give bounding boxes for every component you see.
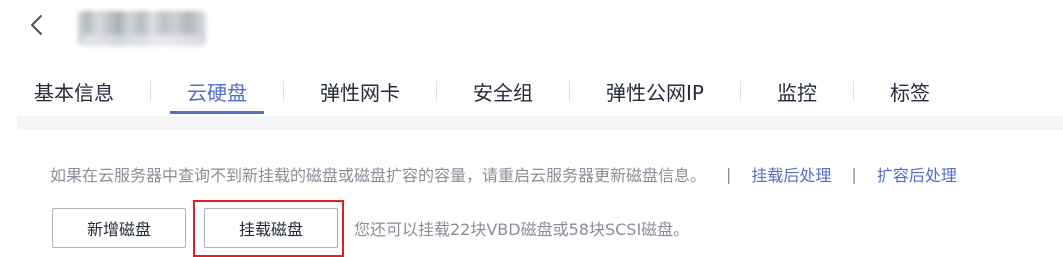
- link-separator: |: [851, 164, 857, 184]
- back-button[interactable]: [22, 10, 50, 40]
- tab-monitoring[interactable]: 监控: [760, 68, 834, 114]
- quota-hint: 您还可以挂载22块VBD磁盘或58块SCSI磁盘。: [354, 220, 690, 239]
- tab-divider: [436, 81, 437, 101]
- page-header: [0, 0, 1063, 60]
- tab-divider: [739, 81, 741, 101]
- expand-post-process-link[interactable]: 扩容后处理: [877, 162, 957, 186]
- attach-post-process-link[interactable]: 挂载后处理: [751, 162, 831, 186]
- attach-disk-button[interactable]: 挂载磁盘: [204, 208, 338, 248]
- tab-elastic-nic[interactable]: 弹性网卡: [303, 68, 417, 114]
- tab-cloud-disk[interactable]: 云硬盘: [170, 68, 264, 114]
- tab-security-group[interactable]: 安全组: [456, 68, 550, 114]
- page-title-redacted: [78, 11, 206, 45]
- tab-divider: [569, 81, 570, 101]
- link-separator: |: [726, 164, 732, 184]
- chevron-left-icon: [31, 15, 42, 35]
- content-area: 如果在云服务器中查询不到新挂载的磁盘或磁盘扩容的容量，请重启云服务器更新磁盘信息…: [17, 116, 1063, 257]
- add-disk-button[interactable]: 新增磁盘: [52, 208, 186, 248]
- tab-divider: [150, 81, 151, 101]
- info-notice: 如果在云服务器中查询不到新挂载的磁盘或磁盘扩容的容量，请重启云服务器更新磁盘信息…: [50, 162, 957, 186]
- tab-elastic-public-ip[interactable]: 弹性公网IP: [589, 68, 721, 114]
- detail-tabs: 基本信息 云硬盘 弹性网卡 安全组 弹性公网IP 监控 标签: [17, 68, 947, 114]
- disk-panel: 如果在云服务器中查询不到新挂载的磁盘或磁盘扩容的容量，请重启云服务器更新磁盘信息…: [17, 130, 1063, 257]
- tab-basic-info[interactable]: 基本信息: [17, 68, 131, 114]
- info-message: 如果在云服务器中查询不到新挂载的磁盘或磁盘扩容的容量，请重启云服务器更新磁盘信息…: [50, 166, 707, 185]
- tab-divider: [283, 81, 284, 101]
- tab-divider: [852, 81, 854, 101]
- tab-tags[interactable]: 标签: [873, 68, 947, 114]
